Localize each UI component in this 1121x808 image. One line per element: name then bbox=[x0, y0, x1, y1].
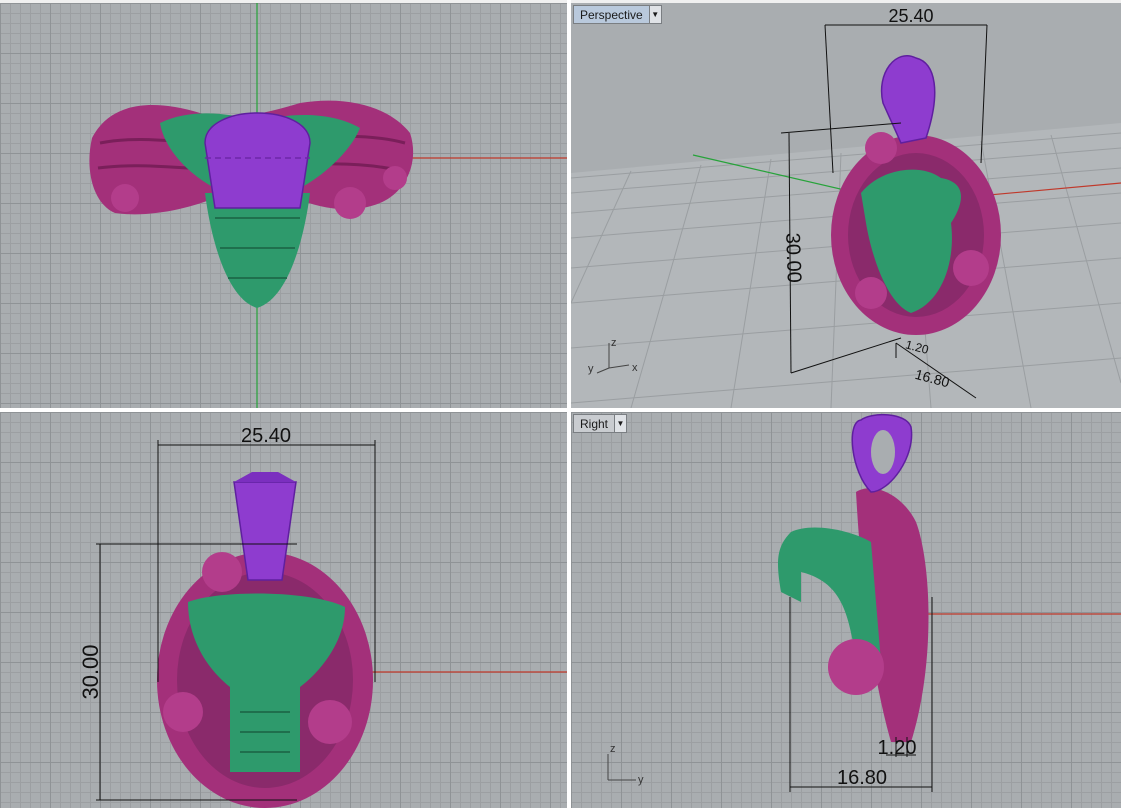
viewport-title: Right bbox=[580, 416, 609, 431]
chevron-down-icon[interactable]: ▼ bbox=[648, 6, 661, 23]
width-dimension-label: 25.40 bbox=[241, 425, 291, 447]
front-view-canvas: 25.40 30.00 bbox=[78, 425, 567, 808]
viewport-tab-right[interactable]: Right ▼ bbox=[573, 414, 628, 433]
perspective-view-canvas: 25.40 30.00 16.80 1.20 z x y bbox=[571, 6, 1121, 408]
height-dimension-label: 30.00 bbox=[78, 644, 103, 699]
chevron-down-icon[interactable]: ▼ bbox=[614, 415, 627, 432]
viewport-splitter-horizontal[interactable] bbox=[0, 408, 1121, 412]
viewport-front[interactable]: 25.40 30.00 bbox=[0, 412, 567, 808]
pendant-model-top bbox=[89, 100, 414, 308]
axis-z-label: z bbox=[610, 743, 616, 755]
axis-y-label: y bbox=[638, 774, 644, 786]
viewport-perspective[interactable]: Perspective ▼ 25.40 30.00 16.80 1.20 z x… bbox=[571, 3, 1121, 408]
depth-dimension-label: 16.80 bbox=[837, 767, 887, 789]
viewport-title: Perspective bbox=[580, 7, 643, 22]
pendant-model-right bbox=[778, 413, 929, 742]
viewport-top[interactable] bbox=[0, 3, 567, 408]
viewport-splitter-vertical[interactable] bbox=[567, 0, 571, 808]
axis-y-label: y bbox=[588, 363, 594, 375]
viewport-right[interactable]: Right ▼ 16.80 1.20 z y bbox=[571, 412, 1121, 808]
axis-widget bbox=[607, 754, 636, 781]
axis-x-label: x bbox=[632, 362, 638, 374]
thickness-dimension-label: 1.20 bbox=[878, 737, 917, 759]
width-dimension-label: 25.40 bbox=[888, 6, 933, 26]
viewport-tab-perspective[interactable]: Perspective ▼ bbox=[573, 5, 662, 24]
height-dimension-label: 30.00 bbox=[781, 232, 805, 283]
right-view-canvas: 16.80 1.20 z y bbox=[607, 413, 1121, 792]
axis-z-label: z bbox=[611, 337, 617, 349]
top-view-canvas bbox=[89, 3, 567, 408]
pendant-model-perspective bbox=[831, 55, 1001, 335]
pendant-model-front bbox=[157, 472, 373, 808]
